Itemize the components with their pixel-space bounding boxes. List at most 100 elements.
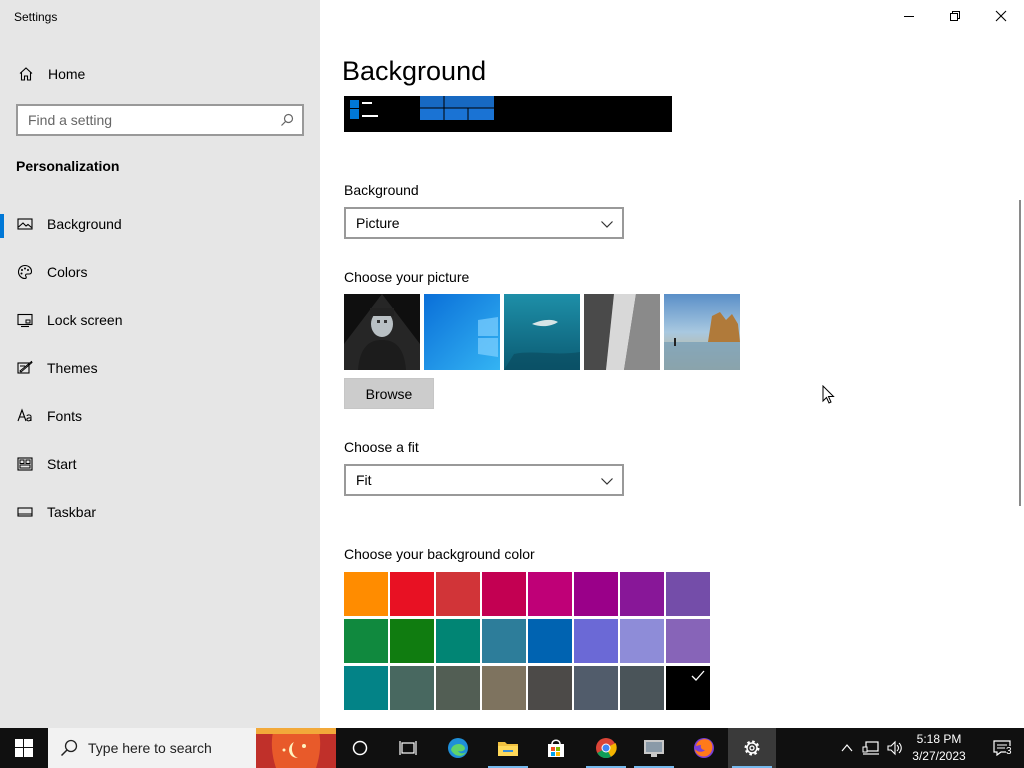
show-hidden-icons-button[interactable] [836, 728, 858, 768]
clock-date: 3/27/2023 [912, 749, 966, 763]
color-swatch[interactable] [390, 619, 434, 663]
picture-thumbnail[interactable] [344, 294, 420, 370]
color-swatch[interactable] [436, 619, 480, 663]
settings-search-box[interactable] [16, 104, 304, 136]
color-swatch[interactable] [574, 619, 618, 663]
cortana-button[interactable] [336, 728, 384, 768]
color-swatch[interactable] [620, 572, 664, 616]
color-swatch[interactable] [528, 619, 572, 663]
color-swatch[interactable] [666, 666, 710, 710]
settings-search-input[interactable] [18, 106, 268, 134]
settings-taskbar-button[interactable] [728, 728, 776, 768]
color-swatch[interactable] [482, 619, 526, 663]
picture-thumbnail[interactable] [424, 294, 500, 370]
mouse-cursor-icon [822, 385, 835, 404]
chevron-up-icon [841, 744, 853, 752]
restore-icon [950, 11, 960, 21]
sidebar-item-label: Themes [47, 360, 98, 376]
picture-thumbnail[interactable] [584, 294, 660, 370]
palette-icon [17, 264, 33, 280]
store-icon [548, 739, 564, 757]
color-swatch[interactable] [344, 666, 388, 710]
theater-curtain-image [256, 728, 336, 768]
edge-icon [448, 738, 468, 758]
search-icon[interactable] [280, 113, 294, 127]
network-button[interactable] [858, 728, 884, 768]
color-swatch[interactable] [344, 572, 388, 616]
sidebar-item-background[interactable]: Background [0, 208, 320, 256]
picture-icon [17, 218, 33, 230]
background-type-dropdown[interactable]: Picture [344, 207, 624, 239]
action-center-button[interactable]: 3 [980, 728, 1024, 768]
taskbar-clock[interactable]: 5:18 PM 3/27/2023 [906, 731, 972, 765]
color-swatch[interactable] [666, 619, 710, 663]
chevron-down-icon [601, 221, 613, 228]
sidebar-home-label: Home [48, 66, 86, 82]
portrait-wallpaper-image [344, 294, 420, 370]
color-swatch[interactable] [574, 666, 618, 710]
color-swatch[interactable] [666, 572, 710, 616]
color-swatch[interactable] [436, 572, 480, 616]
sidebar-item-lock-screen[interactable]: Lock screen [0, 304, 320, 352]
color-swatch[interactable] [620, 666, 664, 710]
color-swatch[interactable] [390, 572, 434, 616]
sidebar-item-taskbar[interactable]: Taskbar [0, 496, 320, 544]
sidebar-item-label: Background [47, 216, 122, 232]
task-view-button[interactable] [384, 728, 432, 768]
color-swatch[interactable] [528, 666, 572, 710]
color-swatch[interactable] [620, 619, 664, 663]
windows-logo-icon [15, 739, 33, 757]
search-highlight-image [256, 728, 336, 768]
close-button[interactable] [978, 0, 1024, 32]
volume-button[interactable] [884, 728, 906, 768]
firefox-button[interactable] [680, 728, 728, 768]
clock-time: 5:18 PM [916, 732, 962, 746]
sidebar-item-label: Fonts [47, 408, 83, 424]
minimize-button[interactable] [886, 0, 932, 32]
desktop-preview-image [350, 96, 494, 120]
color-swatch[interactable] [344, 619, 388, 663]
color-swatch[interactable] [482, 572, 526, 616]
sidebar-item-label: Colors [47, 264, 88, 280]
browse-button[interactable]: Browse [344, 378, 434, 409]
color-swatch[interactable] [574, 572, 618, 616]
fit-value: Fit [356, 472, 372, 488]
rock-wallpaper-image [584, 294, 660, 370]
desktop-preview [344, 96, 672, 132]
underwater-wallpaper-image [504, 294, 580, 370]
restore-button[interactable] [932, 0, 978, 32]
start-button[interactable] [0, 728, 48, 768]
color-swatch[interactable] [482, 666, 526, 710]
choose-color-label: Choose your background color [344, 546, 535, 562]
sidebar-item-colors[interactable]: Colors [0, 256, 320, 304]
sidebar-item-label: Start [47, 456, 77, 472]
content-scrollbar[interactable] [1019, 200, 1021, 506]
store-button[interactable] [532, 728, 580, 768]
cortana-icon [352, 740, 368, 756]
app-title: Settings [14, 10, 58, 24]
chrome-button[interactable] [582, 728, 630, 768]
sidebar-item-fonts[interactable]: Fonts [0, 400, 320, 448]
color-swatch[interactable] [528, 572, 572, 616]
picture-thumbnail[interactable] [664, 294, 740, 370]
home-icon [19, 67, 33, 81]
color-swatch[interactable] [390, 666, 434, 710]
beach-wallpaper-image [664, 294, 740, 370]
sidebar-home[interactable]: Home [0, 58, 320, 90]
sidebar-item-label: Lock screen [47, 312, 123, 328]
chrome-icon [596, 738, 617, 759]
folder-icon [498, 742, 518, 756]
sidebar-item-start[interactable]: Start [0, 448, 320, 496]
fonts-icon [17, 408, 32, 422]
edge-button[interactable] [434, 728, 482, 768]
taskbar: Type here to search 5:18 PM 3/27/2023 3 [0, 728, 1024, 768]
chevron-down-icon [601, 478, 613, 485]
color-swatch[interactable] [436, 666, 480, 710]
picture-thumbnail[interactable] [504, 294, 580, 370]
sidebar-item-themes[interactable]: Themes [0, 352, 320, 400]
taskbar-search-box[interactable]: Type here to search [48, 728, 256, 768]
fit-dropdown[interactable]: Fit [344, 464, 624, 496]
remote-desktop-button[interactable] [630, 728, 678, 768]
close-icon [995, 10, 1007, 22]
file-explorer-button[interactable] [484, 728, 532, 768]
